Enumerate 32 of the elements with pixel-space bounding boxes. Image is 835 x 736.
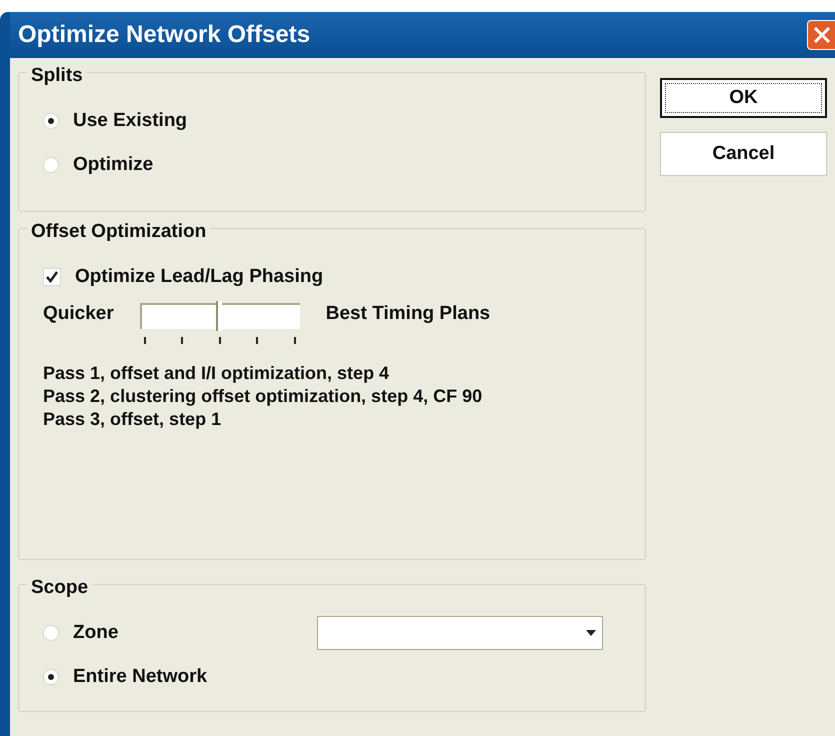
group-title: Offset Optimization <box>27 221 210 243</box>
close-button[interactable] <box>807 20 835 50</box>
slider-label: Quicker <box>43 303 114 325</box>
tick-mark <box>181 337 184 344</box>
slider-track[interactable] <box>140 303 300 329</box>
group-title: Splits <box>27 65 87 87</box>
radio-label: Zone <box>73 622 118 644</box>
ok-button[interactable]: OK <box>660 78 827 118</box>
checkbox[interactable] <box>43 268 61 286</box>
tick-mark <box>294 337 296 344</box>
caret-icon <box>586 630 596 636</box>
radio-button[interactable] <box>43 625 59 641</box>
window-title: Optimize Network Offsets <box>18 21 310 49</box>
radio-button[interactable] <box>43 113 59 129</box>
pass-description: Pass 2, clustering offset optimization, step 4, CF 90 <box>43 386 484 407</box>
radio-label: Optimize <box>73 154 154 176</box>
group-title: Scope <box>27 577 92 599</box>
radio-label: Entire Network <box>73 666 208 688</box>
close-icon <box>812 25 832 45</box>
tick-mark <box>218 337 221 344</box>
radio-button[interactable] <box>43 669 59 685</box>
radio-button[interactable] <box>43 157 59 173</box>
radio-label: Use Existing <box>73 110 188 132</box>
pass-description: Pass 3, offset, step 1 <box>43 409 222 430</box>
tick-mark <box>256 337 258 344</box>
check-icon <box>46 271 58 283</box>
zone-dropdown[interactable] <box>317 616 603 650</box>
checkbox-label: Optimize Lead/Lag Phasing <box>75 266 324 288</box>
slider-label: Best Timing Plans <box>326 303 490 325</box>
cancel-button[interactable]: Cancel <box>660 132 827 176</box>
pass-description: Pass 1, offset and I/I optimization, step 4 <box>43 363 390 384</box>
tick-mark <box>144 337 146 344</box>
